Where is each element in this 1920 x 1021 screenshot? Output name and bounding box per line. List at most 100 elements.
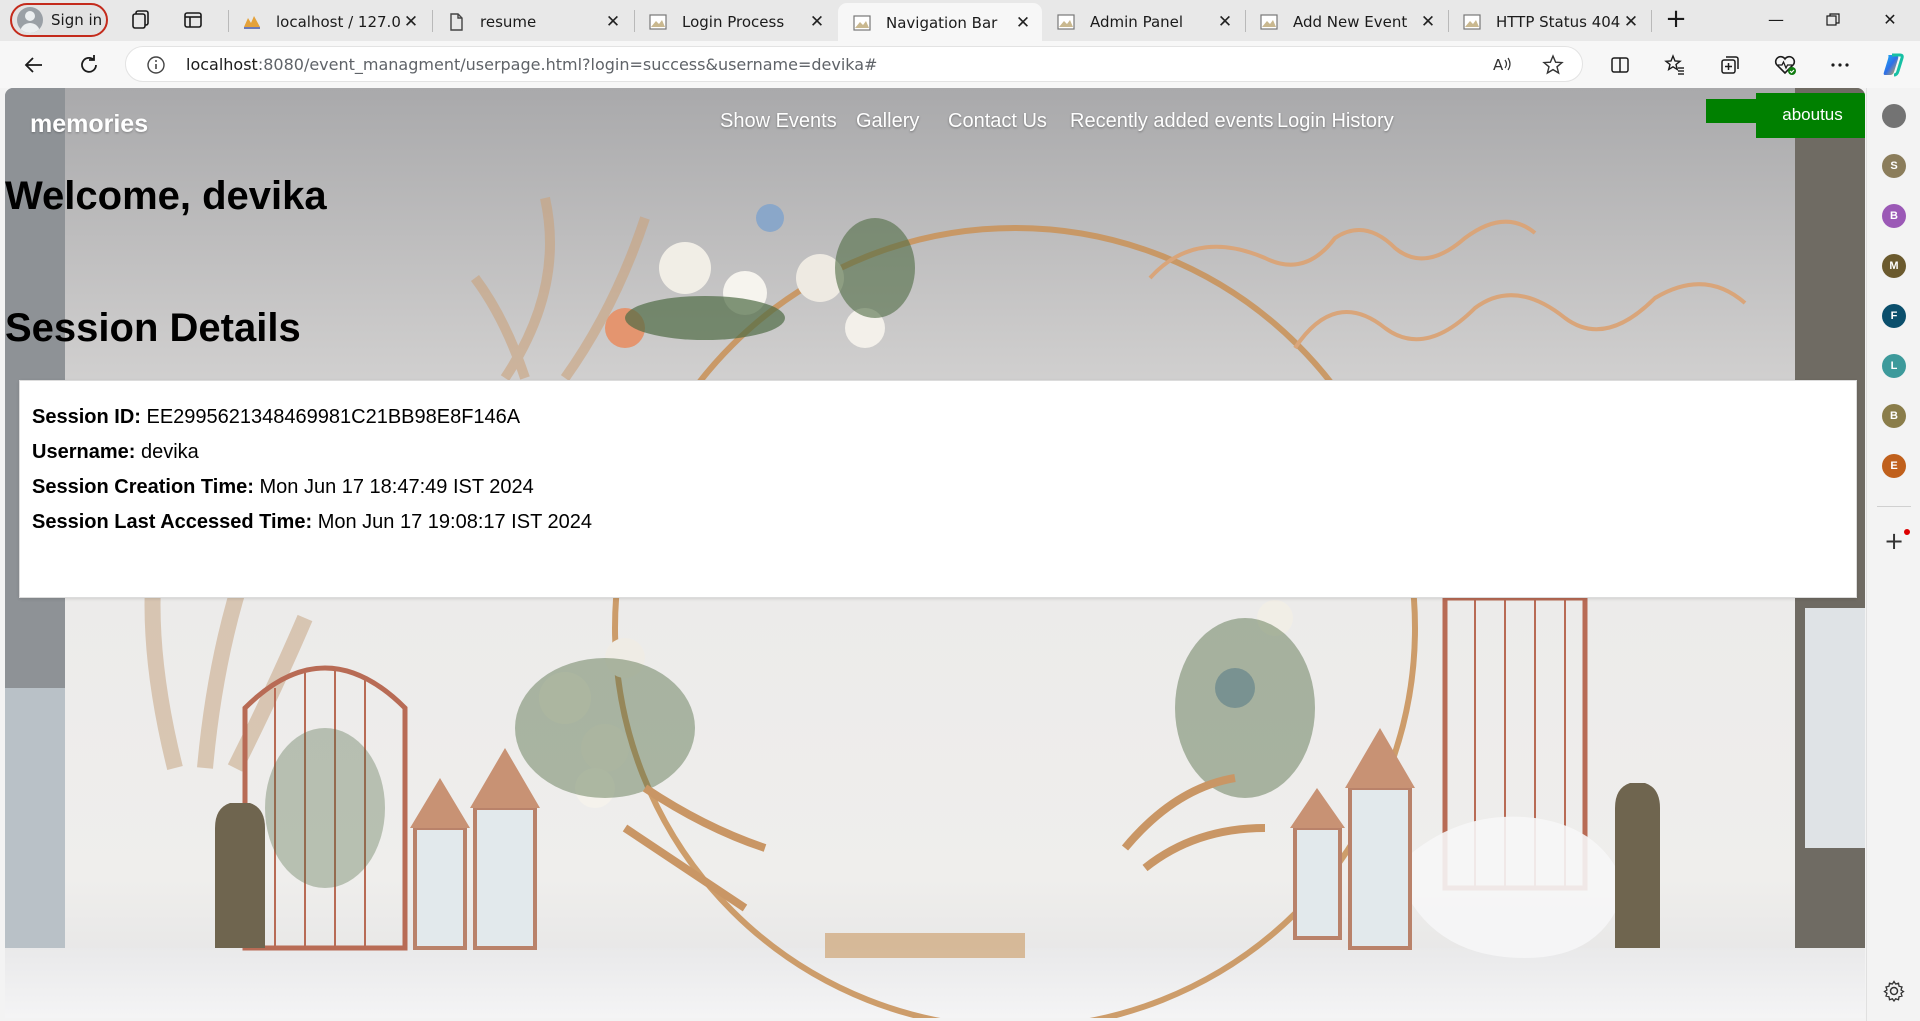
favorites-list-icon — [1664, 54, 1684, 75]
session-creation-time-label: Session Creation Time: — [32, 476, 254, 498]
nav-link-contact-us[interactable]: Contact Us — [948, 110, 1047, 133]
profile-avatar-icon — [17, 7, 43, 33]
browser-essentials-button[interactable] — [1769, 49, 1801, 81]
copilot-icon — [1883, 53, 1904, 77]
tab-http-status-404[interactable]: HTTP Status 404 – ✕ — [1448, 3, 1650, 41]
close-tab-icon[interactable]: ✕ — [1014, 13, 1032, 33]
tab-navigation-bar[interactable]: Navigation Bar ✕ — [838, 3, 1042, 42]
close-tab-icon[interactable]: ✕ — [808, 12, 826, 32]
notification-dot — [1904, 529, 1910, 535]
document-favicon-icon — [450, 13, 463, 31]
more-dots-icon — [1831, 63, 1849, 67]
username-row: Username: devika — [32, 441, 199, 464]
address-bar[interactable]: localhost:8080/event_managment/userpage.… — [125, 46, 1583, 82]
url-text[interactable]: localhost:8080/event_managment/userpage.… — [186, 55, 877, 74]
close-tab-icon[interactable]: ✕ — [402, 12, 420, 32]
welcome-heading: Welcome, devika — [5, 174, 327, 218]
edge-sidebar: S B M F L B E + — [1866, 88, 1920, 1021]
settings-more-button[interactable] — [1824, 49, 1856, 81]
svg-text:A: A — [1493, 56, 1504, 74]
close-tab-icon[interactable]: ✕ — [1622, 12, 1640, 32]
session-last-accessed-label: Session Last Accessed Time: — [32, 511, 313, 533]
restore-button[interactable] — [1813, 6, 1853, 34]
back-button[interactable] — [18, 49, 50, 81]
url-path: :8080/event_managment/userpage.html?logi… — [257, 55, 878, 74]
address-toolbar: localhost:8080/event_managment/userpage.… — [0, 41, 1920, 88]
sidebar-divider — [1877, 506, 1911, 507]
tab-localhost-phpmyadmin[interactable]: localhost / 127.0.0 ✕ — [228, 3, 430, 41]
close-tab-icon[interactable]: ✕ — [604, 12, 622, 32]
read-aloud-icon[interactable]: A — [1492, 55, 1514, 75]
profile-sign-in-label: Sign in — [51, 11, 103, 29]
refresh-icon — [81, 55, 97, 73]
tab-title: Admin Panel — [1090, 13, 1184, 31]
broken-image-favicon-icon — [649, 14, 667, 30]
broken-image-favicon-icon — [1463, 14, 1481, 30]
sidebar-avatar[interactable] — [1882, 104, 1906, 128]
sidebar-avatar[interactable]: E — [1882, 454, 1906, 478]
session-details-heading: Session Details — [5, 306, 301, 350]
close-window-button[interactable]: ✕ — [1870, 6, 1910, 34]
sidebar-settings-gear-icon[interactable] — [1883, 980, 1905, 1002]
session-creation-time-row: Session Creation Time: Mon Jun 17 18:47:… — [32, 476, 534, 499]
sidebar-avatar[interactable]: S — [1882, 154, 1906, 178]
nav-link-recently-added-events[interactable]: Recently added events — [1070, 110, 1273, 133]
collections-icon — [1721, 56, 1739, 74]
close-tab-icon[interactable]: ✕ — [1216, 12, 1234, 32]
session-last-accessed-value: Mon Jun 17 19:08:17 IST 2024 — [317, 511, 592, 533]
vertical-tabs-icon[interactable] — [180, 8, 206, 32]
session-details-card: Session ID: EE2995621348469981C21BB98E8F… — [19, 380, 1857, 598]
nav-link-gallery[interactable]: Gallery — [856, 110, 919, 133]
favorites-button[interactable] — [1659, 49, 1691, 81]
sidebar-avatar[interactable]: B — [1882, 204, 1906, 228]
username-label: Username: — [32, 441, 136, 463]
sidebar-avatar[interactable]: F — [1882, 304, 1906, 328]
tab-title: HTTP Status 404 – — [1496, 13, 1622, 31]
refresh-button[interactable] — [73, 49, 105, 81]
session-id-row: Session ID: EE2995621348469981C21BB98E8F… — [32, 406, 520, 429]
heart-pulse-icon — [1774, 55, 1796, 75]
workspaces-icon[interactable] — [128, 8, 154, 32]
tab-login-process[interactable]: Login Process ✕ — [634, 3, 836, 41]
minimize-button[interactable]: — — [1756, 6, 1796, 34]
tab-title: resume — [480, 13, 537, 31]
tab-resume[interactable]: resume ✕ — [432, 3, 632, 41]
url-host: localhost — [186, 55, 258, 74]
nav-link-aboutus[interactable]: aboutus — [1756, 93, 1865, 138]
tab-title: Login Process — [682, 13, 785, 31]
sidebar-avatar[interactable]: B — [1882, 404, 1906, 428]
username-value: devika — [140, 441, 199, 463]
sidebar-avatar[interactable]: L — [1882, 354, 1906, 378]
close-tab-icon[interactable]: ✕ — [1419, 12, 1437, 32]
session-creation-time-value: Mon Jun 17 18:47:49 IST 2024 — [259, 476, 534, 498]
split-screen-icon — [1611, 57, 1629, 73]
copilot-button[interactable] — [1877, 49, 1909, 81]
tab-title: Navigation Bar — [886, 13, 998, 32]
session-last-accessed-row: Session Last Accessed Time: Mon Jun 17 1… — [32, 511, 592, 534]
sidebar-add-icon[interactable]: + — [1883, 529, 1905, 553]
nav-link-login-history[interactable]: Login History — [1277, 110, 1394, 133]
back-arrow-icon — [24, 57, 42, 73]
site-brand-logo[interactable]: memories — [30, 110, 148, 139]
sidebar-avatar[interactable]: M — [1882, 254, 1906, 278]
session-id-label: Session ID: — [32, 406, 141, 428]
tab-strip: Sign in localhost / 127.0.0 ✕ resume ✕ L… — [0, 0, 1920, 42]
new-tab-button[interactable]: + — [1662, 6, 1690, 34]
tab-admin-panel[interactable]: Admin Panel ✕ — [1042, 3, 1244, 41]
tab-add-new-event[interactable]: Add New Event ✕ — [1245, 3, 1447, 41]
site-info-icon[interactable] — [146, 55, 166, 75]
broken-image-favicon-icon — [1260, 14, 1278, 30]
profile-sign-in-button[interactable]: Sign in — [10, 3, 108, 37]
page-viewport: memories Show Events Gallery Contact Us … — [5, 88, 1865, 1018]
split-screen-button[interactable] — [1604, 49, 1636, 81]
nav-link-show-events[interactable]: Show Events — [720, 110, 837, 133]
broken-image-favicon-icon — [1057, 14, 1075, 30]
collections-button[interactable] — [1714, 49, 1746, 81]
broken-image-favicon-icon — [853, 14, 871, 31]
tab-title: localhost / 127.0.0 — [276, 13, 402, 31]
tab-title: Add New Event — [1293, 13, 1408, 31]
phpmyadmin-favicon-icon — [244, 16, 260, 29]
aboutus-tab-decor — [1706, 99, 1758, 123]
site-navbar: memories Show Events Gallery Contact Us … — [5, 88, 1865, 158]
favorite-star-icon[interactable] — [1542, 54, 1564, 76]
